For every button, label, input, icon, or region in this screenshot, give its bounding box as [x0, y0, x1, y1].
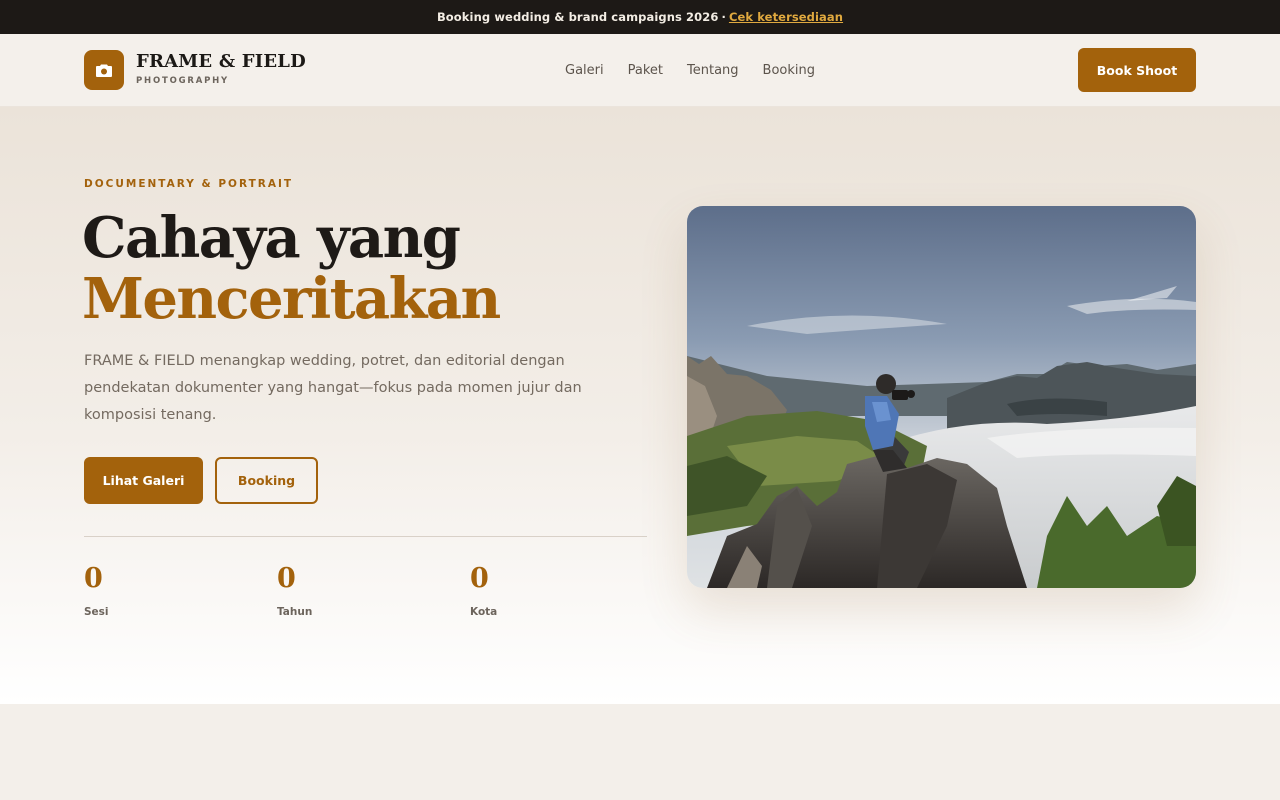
stat-cities: 0 Kota — [470, 562, 650, 618]
announcement-bar: Booking wedding & brand campaigns 2026 ·… — [0, 0, 1280, 34]
stat-value: 0 — [470, 563, 489, 594]
hero-title-line1: Cahaya yang — [82, 205, 461, 271]
availability-link[interactable]: Cek ketersediaan — [729, 10, 843, 24]
hero-description: FRAME & FIELD menangkap wedding, potret,… — [84, 353, 582, 423]
next-section — [0, 704, 1280, 800]
view-gallery-button[interactable]: Lihat Galeri — [84, 457, 203, 504]
nav-item-galeri[interactable]: Galeri — [565, 63, 604, 78]
book-shoot-button[interactable]: Book Shoot — [1078, 48, 1196, 92]
stat-value: 0 — [277, 563, 296, 594]
stat-label: Tahun — [277, 606, 313, 618]
stat-years: 0 Tahun — [277, 562, 457, 618]
nav-item-paket[interactable]: Paket — [628, 63, 663, 78]
logo-badge[interactable] — [84, 50, 124, 90]
hero-eyebrow: DOCUMENTARY & PORTRAIT — [84, 178, 294, 190]
stat-sessions: 0 Sesi — [84, 562, 264, 618]
booking-button[interactable]: Booking — [215, 457, 318, 504]
stat-label: Kota — [470, 606, 498, 618]
announcement-text: Booking wedding & brand campaigns 2026 — [436, 10, 719, 24]
camera-icon — [96, 64, 112, 77]
stat-value: 0 — [84, 563, 103, 594]
stat-label: Sesi — [84, 606, 109, 618]
brand-name[interactable]: FRAME & FIELD — [136, 51, 306, 72]
mountain-photographer-image — [687, 206, 1196, 588]
main-nav: Galeri Paket Tentang Booking — [565, 34, 839, 106]
stats-divider — [84, 536, 647, 537]
hero-section: DOCUMENTARY & PORTRAIT Cahaya yang Mence… — [0, 107, 1280, 704]
nav-item-booking[interactable]: Booking — [763, 63, 815, 78]
announcement-separator: · — [721, 10, 726, 24]
site-header: FRAME & FIELD PHOTOGRAPHY Galeri Paket T… — [0, 34, 1280, 107]
brand-tagline: PHOTOGRAPHY — [136, 76, 229, 86]
nav-item-tentang[interactable]: Tentang — [687, 63, 739, 78]
hero-photo — [687, 206, 1196, 588]
hero-title-line2: Menceritakan — [82, 266, 501, 332]
